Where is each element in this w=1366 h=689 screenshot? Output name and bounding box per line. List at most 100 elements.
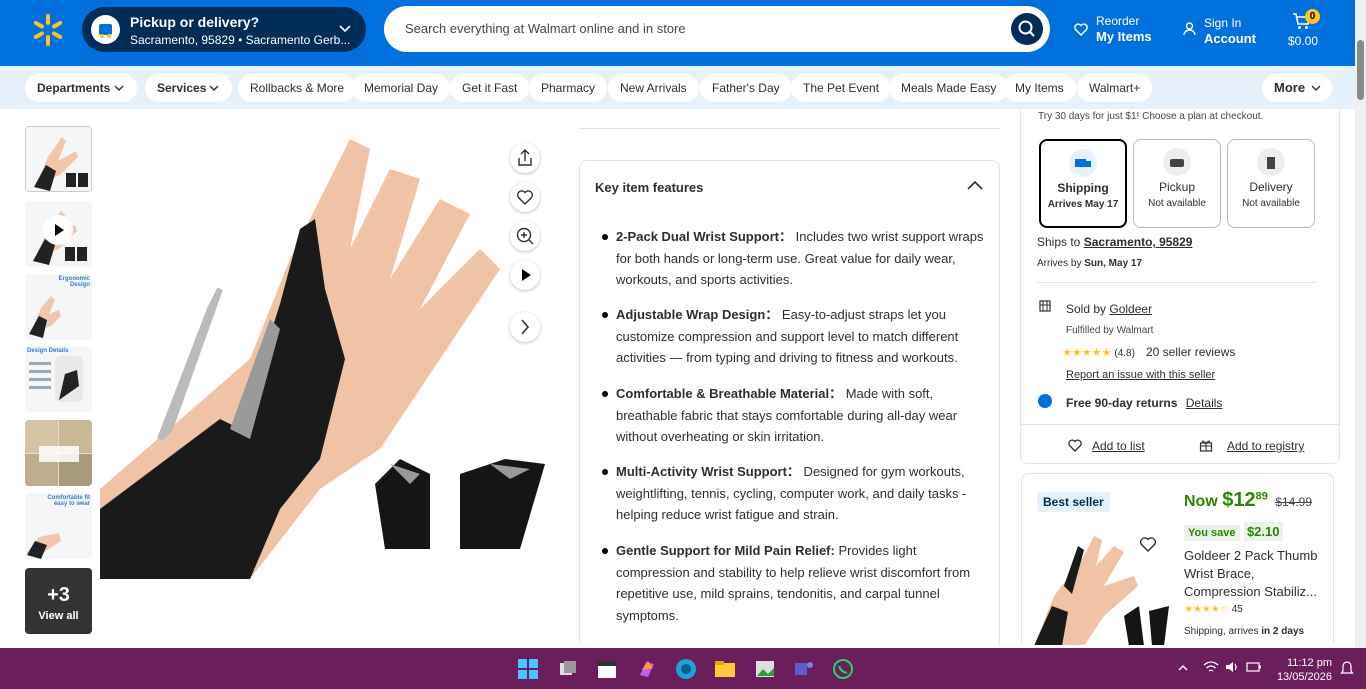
thumbnail-5[interactable] [25, 420, 92, 486]
feature-heading: Adjustable Wrap Design： [616, 307, 779, 322]
nav-new-arrivals[interactable]: New Arrivals [608, 74, 699, 102]
nav-pharmacy[interactable]: Pharmacy [529, 74, 608, 102]
share-icon [518, 149, 532, 166]
search-icon [1018, 20, 1035, 37]
file-explorer-icon[interactable] [714, 658, 736, 680]
star-rating-icon: ★★★★☆ [1184, 604, 1229, 615]
battery-icon[interactable] [1246, 661, 1262, 673]
related-product-title[interactable]: Goldeer 2 Pack Thumb Wrist Brace, Compre… [1184, 547, 1324, 603]
add-to-list-button[interactable]: Add to list [1092, 439, 1145, 453]
thumbnail-6[interactable]: Comfortable fit easy to wear [25, 493, 92, 559]
chevron-up-icon[interactable] [966, 179, 984, 191]
pickup-delivery-selector[interactable]: Pickup or delivery? Sacramento, 95829 • … [82, 7, 366, 52]
nav-memorial-day[interactable]: Memorial Day [352, 74, 451, 102]
edge-browser-icon[interactable] [675, 658, 697, 680]
feature-item: Adjustable Wrap Design： Easy-to-adjust s… [602, 304, 986, 369]
feature-item: 2-Pack Dual Wrist Support： Includes two … [602, 226, 986, 291]
cart-total: $0.00 [1288, 34, 1319, 48]
delivery-option[interactable]: Delivery Not available [1227, 139, 1315, 228]
zoom-button[interactable] [510, 221, 540, 251]
search-button[interactable] [1011, 13, 1043, 45]
nav-meals-made-easy[interactable]: Meals Made Easy [889, 74, 1009, 102]
nav-get-it-fast[interactable]: Get it Fast [450, 74, 530, 102]
cart-button[interactable]: 0 $0.00 [1288, 9, 1328, 52]
nav-walmart-plus[interactable]: Walmart+ [1077, 74, 1153, 102]
play-icon [43, 215, 73, 245]
photos-app-icon[interactable] [754, 658, 776, 680]
reorder-link[interactable]: Reorder My Items [1074, 13, 1152, 45]
arrives-date: Sun, May 17 [1084, 258, 1143, 269]
pickup-option[interactable]: Pickup Not available [1133, 139, 1221, 228]
product-page: Ergonomic Design Design Details Comforta… [5, 109, 1355, 645]
favorite-button[interactable] [510, 182, 540, 212]
nav-my-items[interactable]: My Items [1003, 74, 1076, 102]
account-link[interactable]: Sign In Account [1183, 15, 1256, 47]
nav-departments[interactable]: Departments [25, 74, 137, 102]
nav-label: Departments [37, 81, 111, 95]
shipping-when: in 2 days [1261, 626, 1305, 637]
price-cents: 89 [1255, 490, 1268, 503]
star-rating-icon: ★★★★★ [1062, 347, 1112, 359]
play-video-button[interactable] [510, 260, 540, 290]
price-dollars: $12 [1222, 489, 1256, 511]
thumbnail-4[interactable]: Design Details [25, 346, 92, 412]
share-button[interactable] [510, 143, 540, 173]
gift-icon [1199, 440, 1213, 452]
next-image-button[interactable] [510, 312, 540, 342]
option-name: Pickup [1158, 180, 1196, 194]
copilot-icon[interactable] [636, 658, 658, 680]
view-all-thumbnails[interactable]: +3 View all [25, 568, 92, 634]
clock[interactable]: 11:12 pm 13/05/2026 [1270, 656, 1332, 684]
thumbnail-caption: Design Details [27, 348, 69, 354]
feature-heading: 2-Pack Dual Wrist Support： [616, 229, 793, 244]
heart-icon [1074, 23, 1088, 36]
thumbnail-caption: Ergonomic Design [58, 276, 90, 288]
returns-details-link[interactable]: Details [1186, 396, 1223, 410]
nav-more[interactable]: More [1262, 74, 1332, 102]
task-view-icon[interactable] [557, 658, 579, 680]
delivery-bag-icon [1257, 148, 1285, 176]
shipping-label: Shipping, arrives [1184, 626, 1259, 637]
nav-rollbacks[interactable]: Rollbacks & More [238, 74, 357, 102]
volume-icon[interactable] [1224, 660, 1240, 674]
thumbnail-2-video[interactable] [25, 201, 92, 267]
start-menu-icon[interactable] [517, 658, 539, 680]
calendar-app-icon[interactable] [596, 658, 618, 680]
nav-pet-event[interactable]: The Pet Event [791, 74, 892, 102]
add-to-registry-button[interactable]: Add to registry [1227, 439, 1304, 453]
option-status: Not available [1148, 198, 1206, 209]
seller-link[interactable]: Goldeer [1109, 302, 1152, 316]
feature-heading: Gentle Support for Mild Pain Relief: [616, 543, 835, 558]
heart-icon [516, 190, 534, 205]
chevron-down-icon [114, 85, 124, 91]
report-seller-link[interactable]: Report an issue with this seller [1066, 369, 1215, 381]
chevron-down-icon [1311, 85, 1321, 91]
favorite-button[interactable] [1136, 532, 1160, 556]
search-input[interactable]: Search everything at Walmart online and … [405, 21, 686, 36]
scrollbar-thumb[interactable] [1357, 40, 1364, 100]
category-nav: Departments Services Rollbacks & More Me… [0, 66, 1355, 109]
related-product-card[interactable]: Best seller Now $1289 $14.99 You save $2… [1021, 473, 1334, 645]
whatsapp-icon[interactable] [832, 658, 854, 680]
feature-item: Comfortable & Breathable Material： Made … [602, 383, 986, 448]
page-scrollbar[interactable] [1355, 0, 1366, 648]
thumbnail-1[interactable] [25, 126, 92, 192]
ships-to-location-link[interactable]: Sacramento, 95829 [1084, 235, 1193, 249]
nav-services[interactable]: Services [145, 74, 232, 102]
main-product-image[interactable] [100, 129, 555, 579]
nav-fathers-day[interactable]: Father's Day [700, 74, 792, 102]
search-bar[interactable]: Search everything at Walmart online and … [384, 6, 1050, 52]
key-features-panel: Key item features 2-Pack Dual Wrist Supp… [579, 160, 1000, 645]
notification-icon[interactable] [1340, 660, 1354, 676]
reorder-label: Reorder [1096, 14, 1140, 28]
seller-reviews-link[interactable]: 20 seller reviews [1146, 345, 1235, 359]
shipping-option[interactable]: Shipping Arrives May 17 [1039, 139, 1127, 228]
teams-icon[interactable] [793, 658, 815, 680]
walmart-spark-logo[interactable] [30, 12, 66, 48]
wifi-icon[interactable] [1203, 660, 1219, 674]
thumbnail-caption: Comfortable fit easy to wear [47, 495, 90, 507]
thumbnail-3[interactable]: Ergonomic Design [25, 274, 92, 340]
chevron-up-icon[interactable] [1177, 662, 1189, 674]
signin-label: Sign In [1204, 16, 1242, 30]
arrives-by: Arrives by Sun, May 17 [1037, 258, 1142, 269]
